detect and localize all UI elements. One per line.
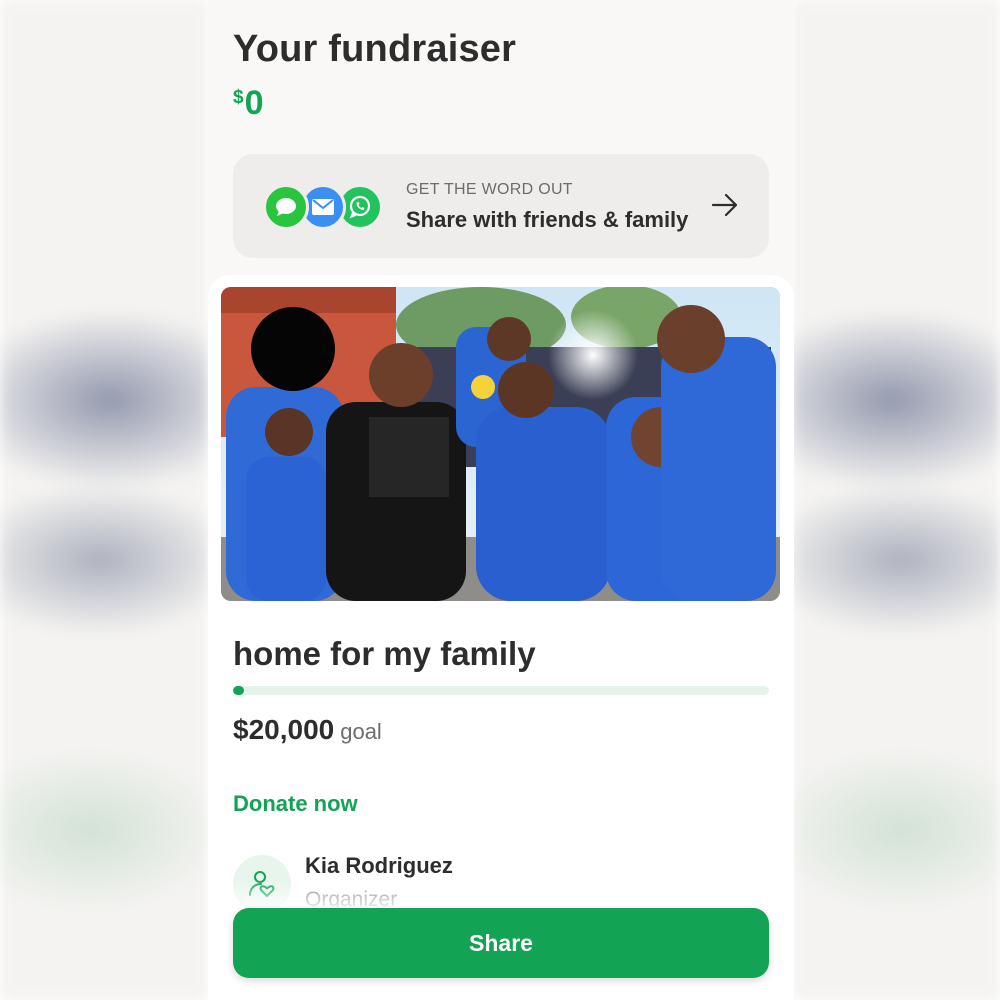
organizer-name: Kia Rodriguez [305, 853, 453, 878]
share-text: Share with friends & family [406, 207, 689, 232]
goal-label: goal [340, 719, 382, 744]
messages-icon [263, 184, 309, 230]
arrow-right-icon [711, 193, 738, 217]
family-photo-image [221, 287, 780, 601]
campaign-title: home for my family [233, 635, 536, 672]
phone-screen: Your fundraiser $0 GET THE WORD OUT Shar… [208, 0, 794, 1000]
campaign-photo[interactable] [221, 287, 780, 601]
currency-symbol: $ [233, 87, 244, 108]
share-card[interactable]: GET THE WORD OUT Share with friends & fa… [233, 154, 769, 258]
blurred-backdrop-right [792, 0, 1000, 1000]
share-button[interactable]: Share [233, 908, 769, 978]
raised-amount: 0 [244, 84, 264, 122]
goal-row: $20,000 goal [233, 714, 382, 746]
share-app-icons [263, 184, 383, 230]
goal-amount: $20,000 [233, 714, 335, 745]
progress-bar [233, 686, 769, 695]
blurred-backdrop-left [0, 0, 208, 1000]
donate-now-link[interactable]: Donate now [233, 791, 358, 817]
amount-raised: $0 [233, 84, 264, 123]
progress-fill [233, 686, 244, 695]
share-kicker: GET THE WORD OUT [406, 181, 573, 198]
page-title: Your fundraiser [233, 28, 517, 70]
